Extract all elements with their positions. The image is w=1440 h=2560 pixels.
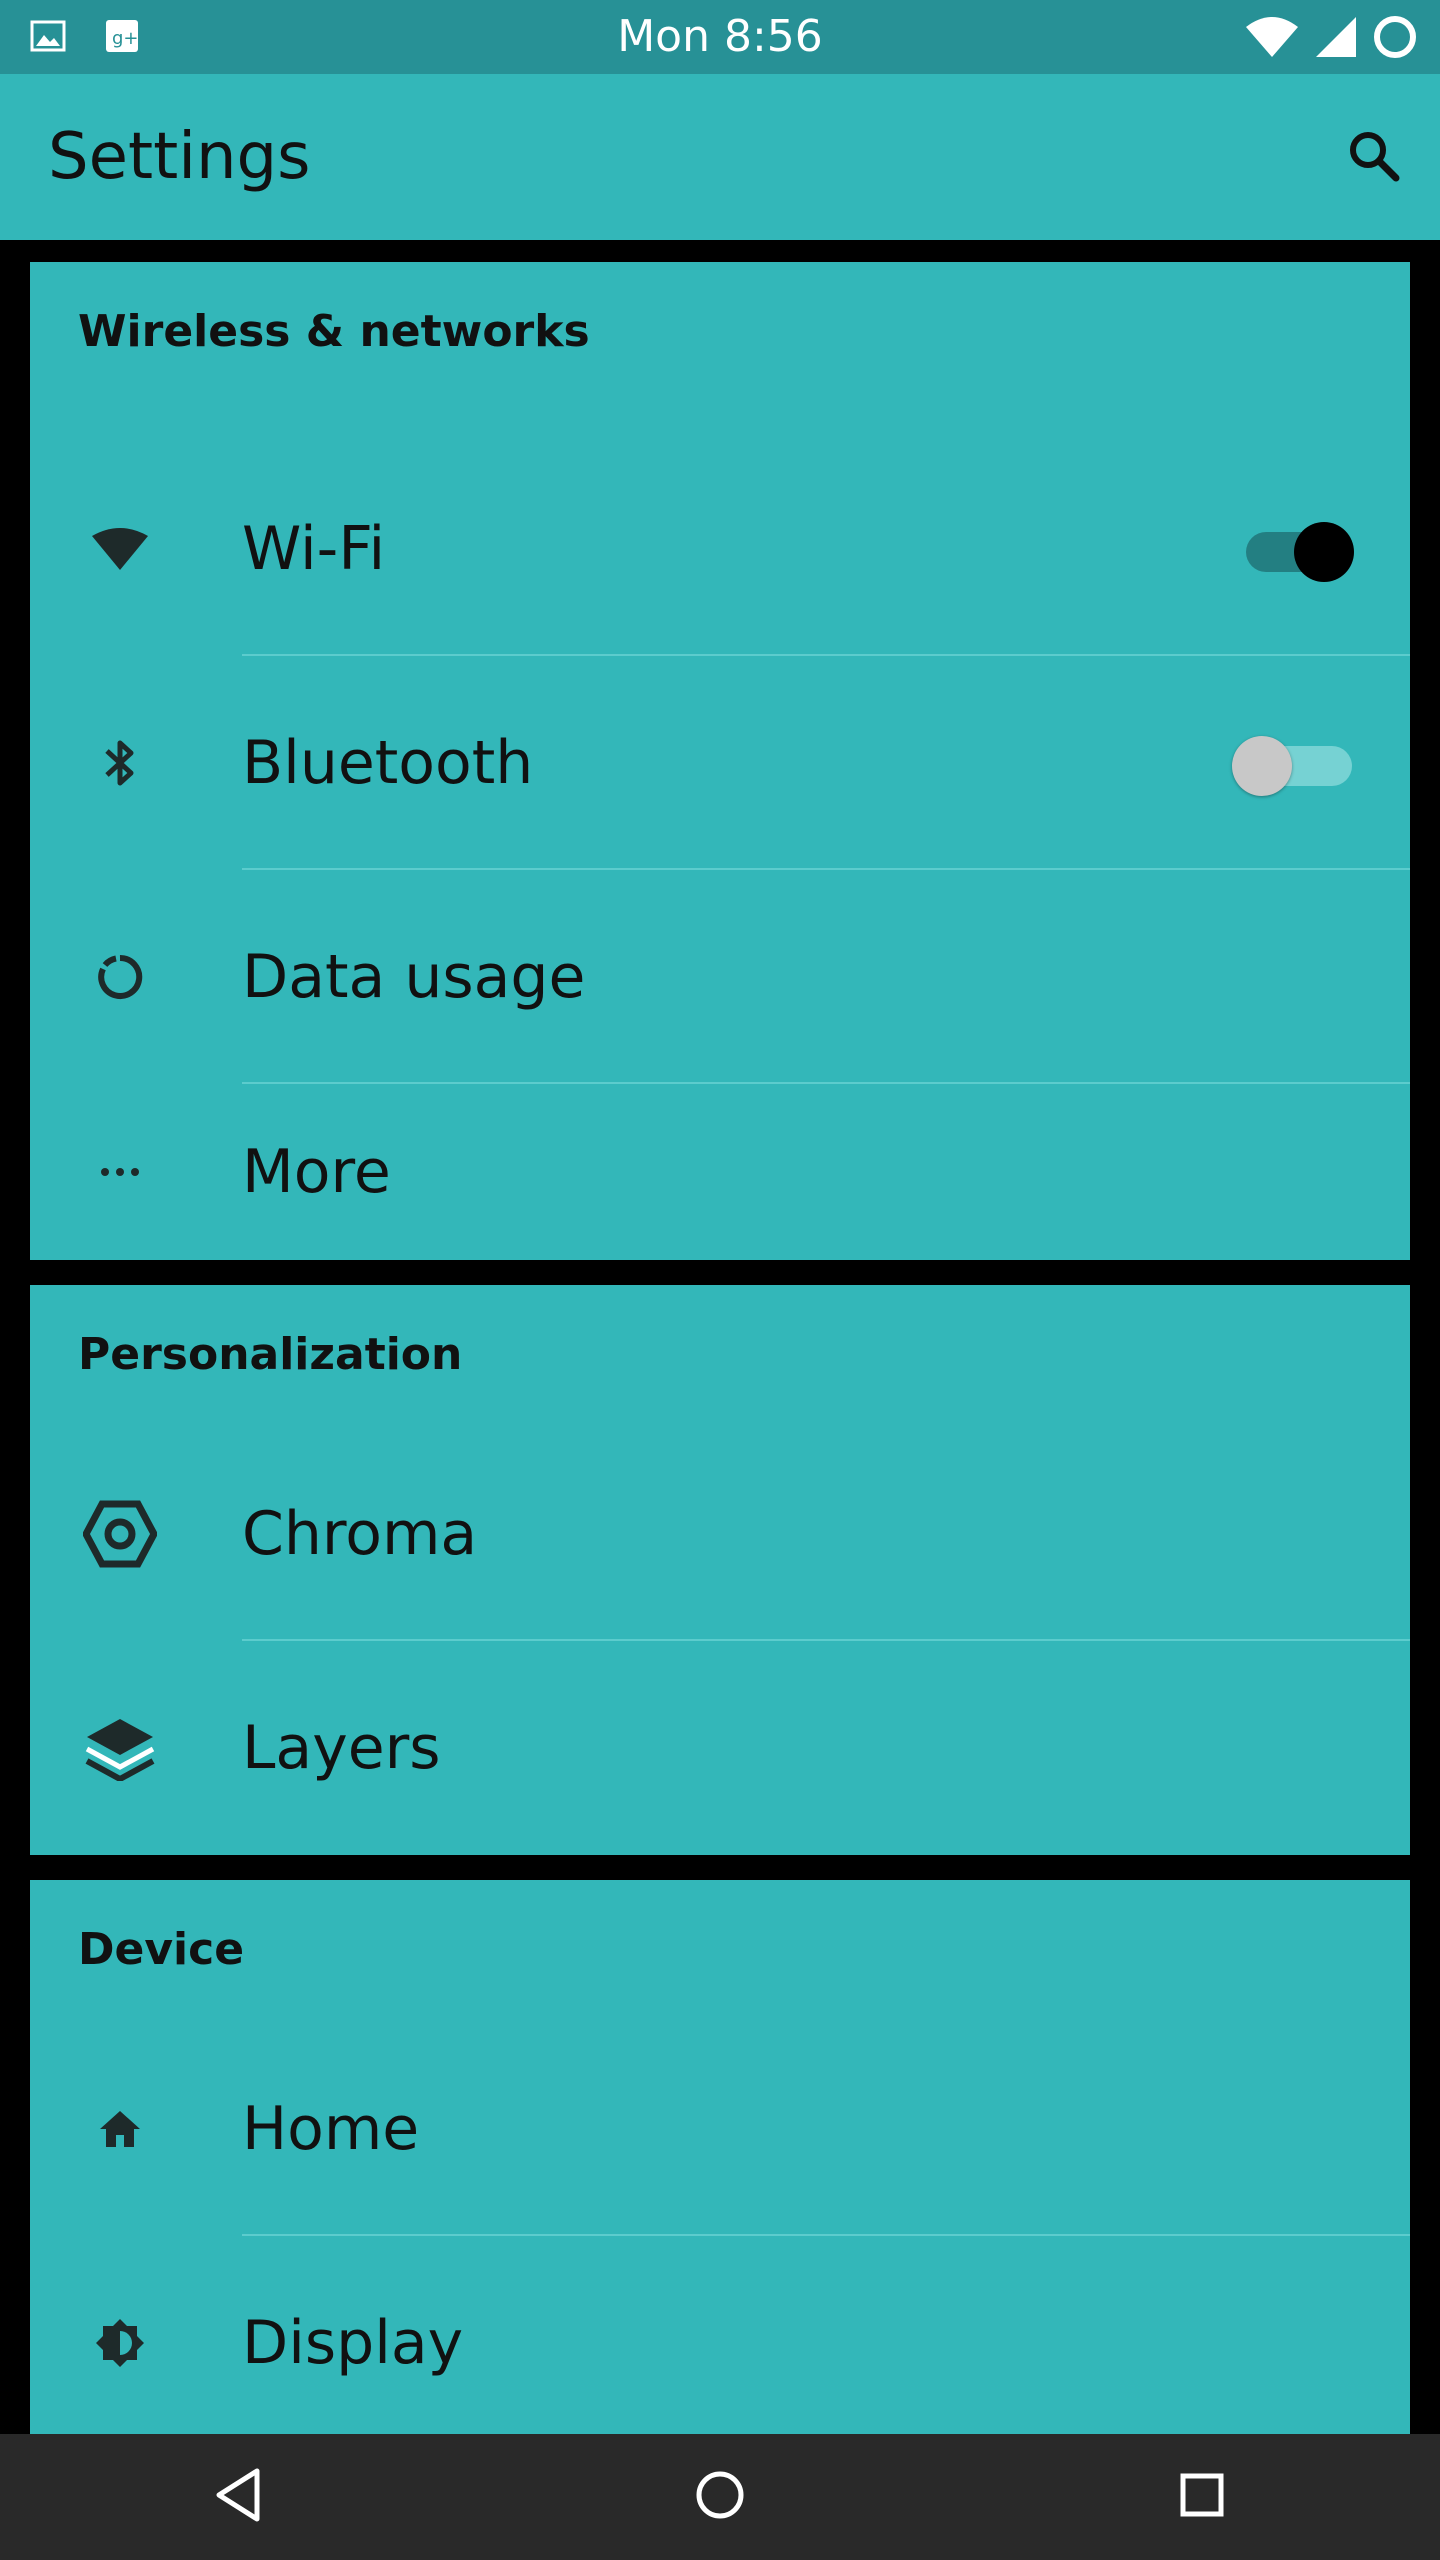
setting-item-label: Layers (242, 1713, 441, 1783)
layers-icon (50, 1641, 190, 1855)
search-button[interactable] (1338, 122, 1410, 194)
wifi-toggle[interactable] (1246, 522, 1354, 582)
battery-ring-icon (1372, 14, 1418, 64)
status-system-icons (1244, 14, 1418, 64)
toggle-knob (1294, 522, 1354, 582)
section-header: Personalization (78, 1329, 463, 1380)
wifi-signal-icon (1244, 15, 1300, 63)
setting-item-data-usage[interactable]: Data usage (30, 870, 1410, 1084)
more-dots-icon (50, 1084, 190, 1260)
brightness-icon (50, 2236, 190, 2450)
setting-item-home[interactable]: Home (30, 2022, 1410, 2236)
bluetooth-icon (50, 656, 190, 870)
section-personalization: Personalization Chroma Layers (30, 1285, 1410, 1855)
app-bar: Settings (0, 74, 1440, 240)
setting-item-label: Display (242, 2308, 464, 2378)
status-time: Mon 8:56 (617, 11, 823, 62)
bluetooth-toggle[interactable] (1232, 736, 1352, 796)
back-button[interactable] (158, 2434, 318, 2560)
status-bar: g+ Mon 8:56 (0, 0, 1440, 74)
section-wireless-networks: Wireless & networks Wi-Fi Bluetooth Data… (30, 262, 1410, 1260)
section-header: Wireless & networks (78, 306, 590, 357)
back-icon (213, 2467, 263, 2527)
data-usage-icon (50, 870, 190, 1084)
setting-item-label: Chroma (242, 1499, 478, 1569)
home-icon (50, 2022, 190, 2236)
setting-item-label: Home (242, 2094, 420, 2164)
wifi-icon (50, 442, 190, 656)
setting-item-label: Bluetooth (242, 728, 534, 798)
setting-item-layers[interactable]: Layers (30, 1641, 1410, 1855)
recents-button[interactable] (1122, 2434, 1282, 2560)
setting-item-wifi[interactable]: Wi-Fi (30, 442, 1410, 656)
setting-item-chroma[interactable]: Chroma (30, 1427, 1410, 1641)
setting-item-bluetooth[interactable]: Bluetooth (30, 656, 1410, 870)
setting-item-more[interactable]: More (30, 1084, 1410, 1260)
home-circle-icon (694, 2469, 746, 2525)
page-title: Settings (48, 120, 311, 194)
cell-signal-icon (1314, 15, 1358, 63)
setting-item-label: More (242, 1137, 391, 1207)
home-button[interactable] (640, 2434, 800, 2560)
setting-item-label: Wi-Fi (242, 514, 386, 584)
section-device: Device Home Display (30, 1880, 1410, 2434)
toggle-knob (1232, 736, 1292, 796)
section-header: Device (78, 1924, 245, 1975)
recents-icon (1179, 2472, 1225, 2522)
setting-item-display[interactable]: Display (30, 2236, 1410, 2450)
search-icon (1346, 128, 1402, 188)
setting-item-label: Data usage (242, 942, 586, 1012)
hexagon-icon (50, 1427, 190, 1641)
navigation-bar (0, 2434, 1440, 2560)
